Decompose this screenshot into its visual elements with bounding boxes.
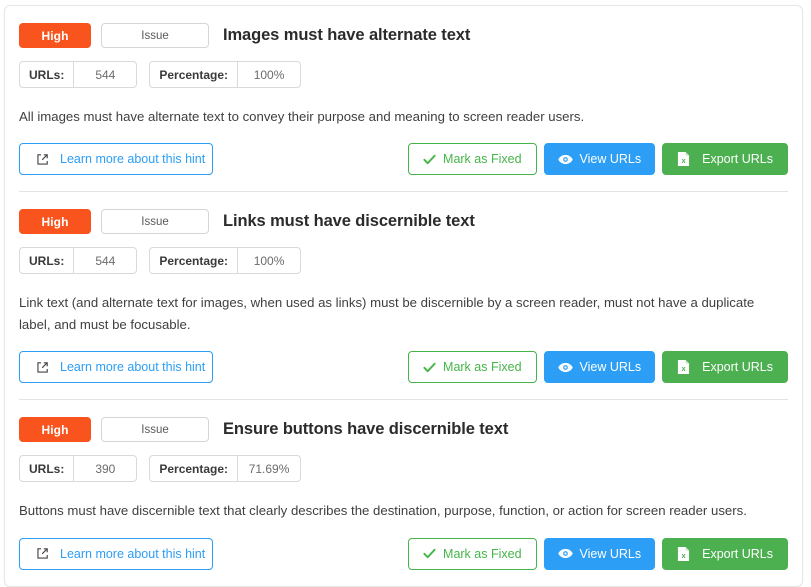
stat-urls: URLs: 544 (19, 61, 138, 88)
view-urls-button[interactable]: View URLs (543, 143, 656, 176)
stat-percentage-label: Percentage: (159, 461, 229, 476)
hint-header: High Issue Images must have alternate te… (19, 6, 788, 48)
mark-as-fixed-label: Mark as Fixed (443, 152, 522, 167)
hint-header: High Issue Ensure buttons have discernib… (19, 400, 788, 443)
stat-urls: URLs: 390 (19, 455, 138, 483)
stat-urls: URLs: 544 (19, 247, 138, 275)
learn-more-label: Learn more about this hint (60, 152, 206, 167)
hint-title: Links must have discernible text (223, 212, 475, 231)
view-urls-label: View URLs (579, 360, 642, 375)
hint-description: Buttons must have discernible text that … (19, 503, 747, 519)
stat-percentage-value: 100% (237, 62, 300, 87)
stat-urls-label: URLs: (29, 461, 65, 476)
severity-badge-high[interactable]: High (19, 417, 91, 443)
hint-title: Ensure buttons have discernible text (223, 420, 509, 439)
hint-actions: Learn more about this hint Mark as Fixed (19, 351, 788, 399)
stat-percentage-value: 71.69% (237, 456, 300, 482)
accessibility-hints-card: High Issue Images must have alternate te… (4, 5, 803, 587)
stat-percentage-label: Percentage: (159, 67, 229, 82)
hint-stats: URLs: 544 Percentage: 100% (19, 61, 788, 88)
stat-percentage-label: Percentage: (159, 253, 229, 268)
export-urls-label: Export URLs (702, 152, 773, 167)
hint-description: All images must have alternate text to c… (19, 109, 585, 124)
hint-item: High Issue Links must have discernible t… (5, 192, 802, 399)
excel-file-icon: x (677, 359, 690, 375)
hint-type-badge[interactable]: Issue (101, 209, 209, 235)
learn-more-button[interactable]: Learn more about this hint (19, 143, 213, 176)
eye-icon (557, 362, 573, 373)
hint-stats: URLs: 390 Percentage: 71.69% (19, 455, 788, 483)
stat-urls-label: URLs: (29, 253, 65, 268)
stat-urls-value: 544 (73, 248, 136, 274)
view-urls-label: View URLs (579, 152, 642, 167)
hint-type-badge[interactable]: Issue (101, 23, 209, 48)
export-urls-button[interactable]: x Export URLs (662, 351, 788, 384)
hint-type-badge[interactable]: Issue (101, 417, 209, 443)
hint-item: High Issue Images must have alternate te… (5, 6, 802, 191)
stat-urls-label: URLs: (29, 67, 65, 82)
severity-badge-high[interactable]: High (19, 209, 91, 235)
stat-urls-value: 390 (73, 456, 136, 482)
check-icon (423, 362, 436, 373)
hint-header: High Issue Links must have discernible t… (19, 192, 788, 235)
learn-more-button[interactable]: Learn more about this hint (19, 351, 213, 384)
external-link-icon (36, 153, 49, 166)
mark-as-fixed-button[interactable]: Mark as Fixed (408, 143, 537, 176)
export-urls-label: Export URLs (702, 360, 773, 375)
hint-title: Images must have alternate text (223, 26, 471, 44)
hint-stats: URLs: 544 Percentage: 100% (19, 247, 788, 275)
eye-icon (557, 154, 573, 165)
stat-urls-value: 544 (73, 62, 136, 87)
stat-percentage: Percentage: 100% (149, 61, 302, 88)
learn-more-label: Learn more about this hint (60, 360, 206, 375)
hint-description: Link text (and alternate text for images… (19, 295, 755, 332)
stat-percentage: Percentage: 71.69% (149, 455, 302, 483)
severity-badge-high[interactable]: High (19, 23, 91, 48)
hint-actions: Learn more about this hint Mark as Fixed (19, 143, 788, 191)
hint-actions: Learn more about this hint Mark as Fixed (19, 537, 788, 586)
hint-item: High Issue Ensure buttons have discernib… (5, 400, 802, 585)
stat-percentage: Percentage: 100% (149, 247, 302, 275)
mark-as-fixed-label: Mark as Fixed (443, 360, 522, 375)
external-link-icon (36, 361, 49, 374)
stat-percentage-value: 100% (237, 248, 300, 274)
view-urls-button[interactable]: View URLs (543, 351, 656, 384)
check-icon (423, 154, 436, 165)
export-urls-button[interactable]: x Export URLs (662, 143, 788, 176)
excel-file-icon: x (677, 151, 690, 167)
mark-as-fixed-button[interactable]: Mark as Fixed (408, 351, 537, 384)
